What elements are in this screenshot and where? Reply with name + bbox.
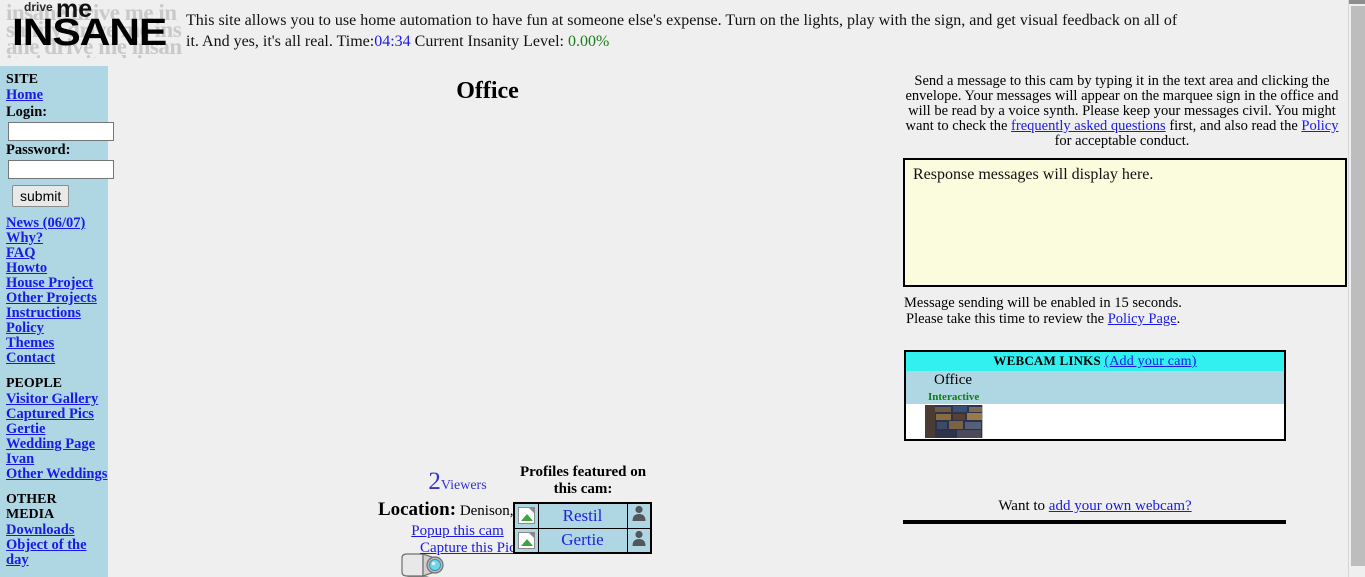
table-row[interactable]: Gertie (513, 527, 652, 554)
policy-page-link[interactable]: Policy Page (1108, 311, 1177, 327)
center-column: Office 2Viewers Location: Denison, TX Po… (115, 66, 890, 577)
enable-policy-line: Please take this time to review the Poli… (904, 311, 1348, 327)
enable-line2-pre: Please take this time to review the (906, 311, 1108, 327)
sidebar-item-downloads[interactable]: Downloads (6, 523, 108, 538)
webcam-thumbnail[interactable] (925, 405, 983, 438)
person-icon (632, 506, 646, 522)
response-message-text: Response messages will display here. (913, 166, 1154, 183)
sidebar-item-faq[interactable]: FAQ (6, 246, 108, 261)
sidebar-item-news[interactable]: News (06/07) (6, 216, 108, 231)
add-your-cam-link[interactable]: (Add your cam) (1104, 354, 1196, 369)
webcam-links-header: WEBCAM LINKS (Add your cam) (905, 351, 1285, 371)
profiles-table: Restil Gertie (513, 502, 652, 554)
add-webcam-prompt: Want to add your own webcam? (904, 498, 1286, 515)
sidebar-item-instructions[interactable]: Instructions (6, 306, 108, 321)
profile-name[interactable]: Gertie (537, 527, 628, 554)
broken-image-icon (517, 507, 535, 525)
sidebar-item-object-of-the-day[interactable]: Object of the day (6, 538, 108, 568)
sidebar-item-policy[interactable]: Policy (6, 321, 108, 336)
enable-line2-post: . (1176, 311, 1181, 327)
submit-button[interactable]: submit (12, 185, 70, 207)
sidebar-heading-other-media: OTHER MEDIA (6, 492, 57, 522)
policy-link[interactable]: Policy (1301, 118, 1338, 134)
sidebar-item-other-projects[interactable]: Other Projects (6, 291, 108, 306)
capture-pic-link[interactable]: Capture this Pic. (420, 540, 520, 557)
webcam-name[interactable]: Office (905, 371, 1285, 390)
webcam-links-header-row: WEBCAM LINKS (Add your cam) (905, 351, 1285, 371)
horizontal-divider (903, 520, 1286, 524)
broken-image-icon (517, 531, 535, 549)
sidebar-heading-people: PEOPLE (6, 376, 63, 391)
profile-name[interactable]: Restil (537, 502, 628, 529)
response-message-area[interactable]: Response messages will display here. (903, 158, 1347, 287)
sidebar-item-ivan[interactable]: Ivan (6, 452, 108, 467)
webcam-thumb-cell[interactable] (905, 404, 984, 440)
sidebar-item-themes[interactable]: Themes (6, 336, 108, 351)
sidebar-item-home[interactable]: Home (6, 88, 108, 103)
profile-avatar-cell (626, 527, 652, 554)
webcam-links-table: WEBCAM LINKS (Add your cam) Office Inter… (904, 350, 1286, 441)
login-label: Login: (6, 104, 48, 120)
sidebar-item-howto[interactable]: Howto (6, 261, 108, 276)
add-own-webcam-link[interactable]: add your own webcam? (1049, 498, 1192, 514)
right-column: Send a message to this cam by typing it … (898, 66, 1348, 577)
intro-sentence: This site allows you to use home automat… (186, 12, 1178, 50)
site-header: insane drive me insanity drive me insane… (0, 0, 1348, 62)
profiles-title-line2: this cam: (553, 481, 613, 497)
logo-word-insane: INSANE (12, 12, 167, 54)
profiles-block: Profiles featured on this cam: Restil Ge… (513, 464, 653, 554)
location-label: Location: (377, 499, 457, 520)
password-label: Password: (6, 142, 71, 158)
send-desc-post: for acceptable conduct. (1054, 133, 1190, 149)
sidebar-item-why[interactable]: Why? (6, 231, 108, 246)
person-icon (632, 530, 646, 546)
password-input[interactable] (8, 160, 114, 179)
left-sidebar: SITE Home Login: Password: submit News (… (0, 66, 114, 577)
viewer-label: Viewers (440, 478, 487, 493)
scrollbar-thumb[interactable] (1351, 6, 1365, 566)
sidebar-item-contact[interactable]: Contact (6, 351, 108, 366)
sidebar-item-captured-pics[interactable]: Captured Pics (6, 407, 108, 422)
webcam-links-title: WEBCAM LINKS (993, 353, 1105, 368)
sidebar-item-other-weddings[interactable]: Other Weddings (6, 467, 108, 482)
site-intro-text: This site allows you to use home automat… (186, 10, 1186, 52)
webcam-type-row: Interactive (905, 390, 1285, 404)
insanity-value: 0.00% (567, 33, 610, 50)
want-prefix: Want to (998, 498, 1049, 514)
scroll-up-arrow-icon[interactable] (1349, 0, 1365, 4)
sidebar-item-house-project[interactable]: House Project (6, 276, 108, 291)
viewer-count: 2 (428, 468, 441, 495)
page-root: insane drive me insanity drive me insane… (0, 0, 1365, 577)
webcam-thumb-empty-cell (984, 404, 1285, 440)
profiles-title: Profiles featured on this cam: (513, 464, 653, 498)
webcam-thumb-row (905, 404, 1285, 440)
sidebar-item-wedding-page[interactable]: Wedding Page (6, 437, 108, 452)
site-logo[interactable]: insane drive me insanity drive me insane… (2, 0, 182, 58)
profile-thumb-cell (513, 527, 539, 554)
profile-avatar-cell (626, 502, 652, 529)
table-row[interactable]: Restil (513, 502, 652, 529)
profiles-title-line1: Profiles featured on (519, 464, 647, 480)
webcam-type: Interactive (905, 390, 1285, 404)
faq-link[interactable]: frequently asked questions (1011, 118, 1166, 134)
vertical-scrollbar[interactable] (1348, 0, 1365, 577)
send-desc-mid: first, and also read the (1165, 118, 1302, 134)
page-title: Office (456, 78, 519, 104)
current-time: 04:34 (374, 33, 411, 50)
send-message-description: Send a message to this cam by typing it … (898, 66, 1346, 149)
send-enable-note: Message sending will be enabled in 15 se… (898, 295, 1348, 327)
insanity-label: Current Insanity Level: (410, 33, 568, 50)
profile-thumb-cell (513, 502, 539, 529)
login-input[interactable] (8, 122, 114, 141)
enable-countdown-line: Message sending will be enabled in 15 se… (904, 295, 1182, 311)
sidebar-item-visitor-gallery[interactable]: Visitor Gallery (6, 392, 108, 407)
webcam-name-row: Office (905, 371, 1285, 390)
sidebar-item-gertie[interactable]: Gertie (6, 422, 108, 437)
sidebar-heading-site: SITE (6, 72, 38, 87)
